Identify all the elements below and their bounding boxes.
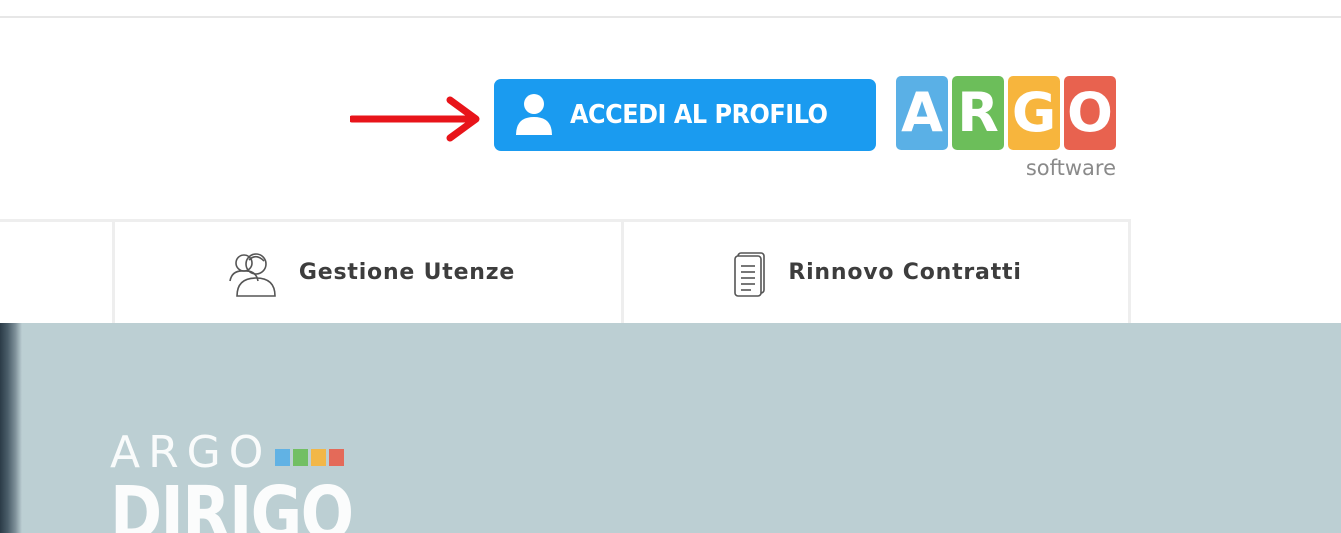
logo-letter-a: A bbox=[896, 76, 948, 150]
hero-banner: ARGO DIRIGO bbox=[0, 323, 1341, 533]
document-icon bbox=[734, 251, 766, 297]
arrow-right-icon bbox=[350, 96, 480, 142]
main-menu: Gestione Utenze Rinnovo Contratti bbox=[0, 219, 1131, 323]
menu-item-gestione-utenze[interactable]: Gestione Utenze bbox=[112, 222, 623, 323]
menu-item-rinnovo-contratti[interactable]: Rinnovo Contratti bbox=[621, 222, 1131, 323]
banner-edge-image bbox=[0, 323, 22, 533]
login-profile-button[interactable]: ACCEDI AL PROFILO bbox=[494, 79, 876, 151]
argo-dirigo-logo: ARGO DIRIGO bbox=[110, 431, 395, 533]
logo-letter-r: R bbox=[952, 76, 1004, 150]
banner-brand: ARGO bbox=[110, 427, 272, 478]
user-icon bbox=[516, 94, 552, 135]
menu-item-label: Rinnovo Contratti bbox=[788, 260, 1022, 285]
logo-letter-o: O bbox=[1064, 76, 1116, 150]
banner-color-squares bbox=[275, 448, 345, 466]
logo-subtitle: software bbox=[1025, 156, 1116, 180]
login-button-label: ACCEDI AL PROFILO bbox=[570, 100, 828, 130]
menu-item-label: Gestione Utenze bbox=[298, 260, 516, 285]
logo-letter-g: G bbox=[1008, 76, 1060, 150]
users-icon bbox=[229, 252, 276, 297]
banner-brand-row: ARGO bbox=[110, 431, 395, 475]
banner-product: DIRIGO bbox=[110, 471, 354, 533]
argo-software-logo[interactable]: A R G O software bbox=[896, 76, 1118, 186]
top-divider bbox=[0, 16, 1341, 18]
